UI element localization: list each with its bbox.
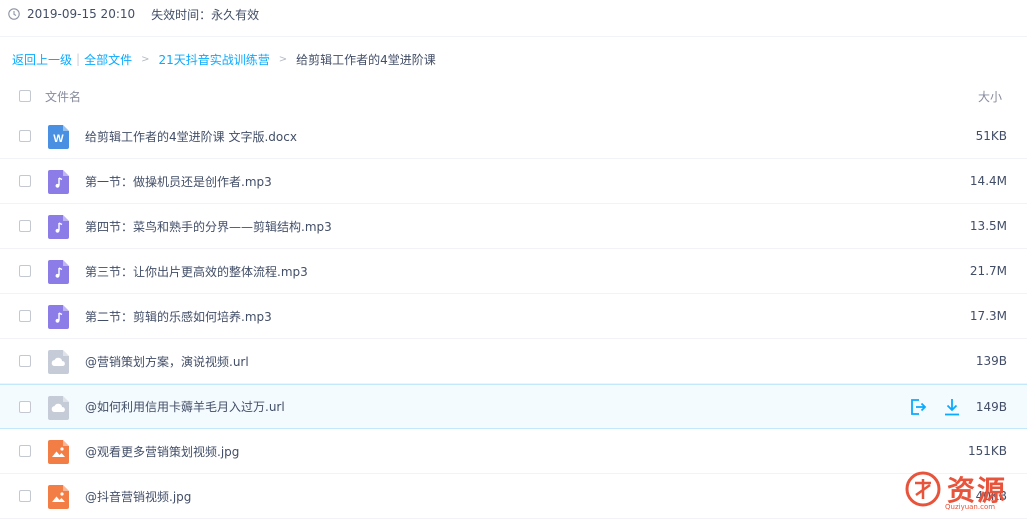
folder-link[interactable]: 21天抖音实战训练营 <box>158 51 269 68</box>
file-name[interactable]: 第三节：让你出片更高效的整体流程.mp3 <box>85 263 308 280</box>
file-checkbox[interactable] <box>19 175 31 187</box>
watermark-subtext: Quziyuan.com <box>945 503 996 511</box>
music-file-icon <box>48 215 69 239</box>
chevron-right-icon: > <box>278 53 288 65</box>
row-actions <box>908 397 962 417</box>
cloud-link-file-icon <box>48 350 69 374</box>
cloud-link-file-icon <box>48 396 69 420</box>
divider <box>0 36 1027 37</box>
column-name-header[interactable]: 文件名 <box>45 88 81 105</box>
expire-text: 失效时间：永久有效 <box>151 7 260 22</box>
file-name[interactable]: @营销策划方案，演说视频.url <box>85 353 249 370</box>
file-name[interactable]: 第四节：菜鸟和熟手的分界——剪辑结构.mp3 <box>85 218 332 235</box>
back-link[interactable]: 返回上一级 <box>12 51 72 68</box>
share-datetime: 2019-09-15 20:10 <box>27 7 136 21</box>
breadcrumb-separator: | <box>76 52 81 66</box>
file-row[interactable]: W 给剪辑工作者的4堂进阶课 文字版.docx 51KB <box>0 114 1027 159</box>
file-row[interactable]: @观看更多营销策划视频.jpg 151KB <box>0 429 1027 474</box>
file-size: 13.5M <box>969 219 1007 233</box>
file-row[interactable]: @营销策划方案，演说视频.url 139B <box>0 339 1027 384</box>
image-file-icon <box>48 440 69 464</box>
file-name[interactable]: @观看更多营销策划视频.jpg <box>85 443 239 460</box>
breadcrumb: 返回上一级 | 全部文件 > 21天抖音实战训练营 > 给剪辑工作者的4堂进阶课 <box>12 50 436 68</box>
download-icon[interactable] <box>942 397 962 417</box>
music-file-icon <box>48 170 69 194</box>
table-header: 文件名 大小 <box>0 80 1027 112</box>
image-file-icon <box>48 485 69 509</box>
file-checkbox[interactable] <box>19 355 31 367</box>
file-size: 17.3M <box>969 309 1007 323</box>
watermark-logo: 资源 Quziyuan.com <box>905 467 1023 511</box>
word-file-icon: W <box>48 125 69 149</box>
clock-icon <box>8 8 20 20</box>
file-size: 149B <box>975 399 1007 414</box>
file-size: 151KB <box>967 444 1007 458</box>
watermark-icon <box>905 471 941 507</box>
column-size-header[interactable]: 大小 <box>978 88 1002 105</box>
file-row[interactable]: 第二节：剪辑的乐感如何培养.mp3 17.3M <box>0 294 1027 339</box>
file-name[interactable]: 第二节：剪辑的乐感如何培养.mp3 <box>85 308 272 325</box>
file-name[interactable]: @如何利用信用卡薅羊毛月入过万.url <box>85 398 285 415</box>
file-row[interactable]: 第四节：菜鸟和熟手的分界——剪辑结构.mp3 13.5M <box>0 204 1027 249</box>
file-size: 14.4M <box>969 174 1007 188</box>
music-file-icon <box>48 305 69 329</box>
file-checkbox[interactable] <box>19 445 31 457</box>
file-row[interactable]: @如何利用信用卡薅羊毛月入过万.url 149B <box>0 384 1027 429</box>
file-name[interactable]: 给剪辑工作者的4堂进阶课 文字版.docx <box>85 128 297 145</box>
file-row[interactable]: 第三节：让你出片更高效的整体流程.mp3 21.7M <box>0 249 1027 294</box>
file-checkbox[interactable] <box>19 130 31 142</box>
file-checkbox[interactable] <box>19 220 31 232</box>
all-files-link[interactable]: 全部文件 <box>84 51 132 68</box>
svg-text:W: W <box>53 133 64 145</box>
save-to-disk-icon[interactable] <box>908 397 928 417</box>
share-meta: 2019-09-15 20:10 失效时间：永久有效 <box>8 0 259 28</box>
file-checkbox[interactable] <box>19 490 31 502</box>
file-size: 51KB <box>975 129 1007 143</box>
file-row[interactable]: @抖音营销视频.jpg 40KB <box>0 474 1027 519</box>
file-checkbox[interactable] <box>19 265 31 277</box>
chevron-right-icon: > <box>141 53 150 65</box>
select-all-checkbox[interactable] <box>19 90 31 102</box>
music-file-icon <box>48 260 69 284</box>
current-folder: 给剪辑工作者的4堂进阶课 <box>296 52 436 67</box>
file-row[interactable]: 第一节：做操机员还是创作者.mp3 14.4M <box>0 159 1027 204</box>
file-checkbox[interactable] <box>19 310 31 322</box>
file-name[interactable]: @抖音营销视频.jpg <box>85 488 191 505</box>
file-size: 139B <box>975 354 1007 368</box>
file-name[interactable]: 第一节：做操机员还是创作者.mp3 <box>85 173 272 190</box>
file-checkbox[interactable] <box>19 401 31 413</box>
file-size: 21.7M <box>969 264 1007 278</box>
